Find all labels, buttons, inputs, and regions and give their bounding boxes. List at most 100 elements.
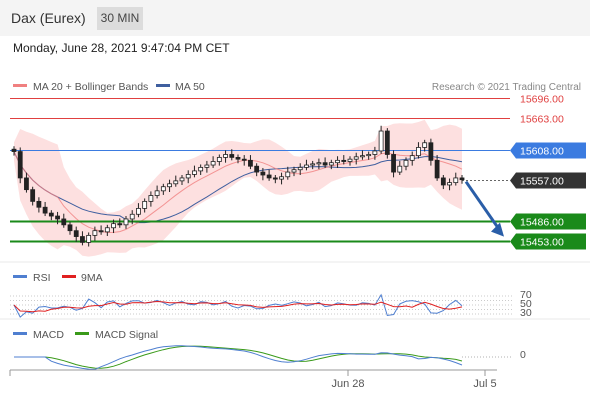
candle-body	[409, 155, 415, 161]
candle-body	[117, 223, 123, 226]
candle-body	[291, 169, 297, 173]
candle-body	[148, 195, 154, 202]
candle-body	[447, 182, 452, 186]
candle-body	[11, 148, 17, 152]
candle-body	[86, 234, 92, 243]
candle-body	[422, 142, 428, 148]
candle-body	[17, 151, 23, 179]
ma20-bollinger-legend-label: MA 20 + Bollinger Bands	[33, 81, 148, 93]
candle-body	[279, 176, 284, 180]
macd-signal-line	[14, 345, 463, 369]
candle-body	[328, 162, 334, 166]
candle-body	[322, 162, 328, 166]
candle-body	[260, 171, 266, 176]
candle-body	[310, 163, 316, 166]
level-label-pivot: 15608.00	[520, 146, 564, 158]
macd-legend-label: MACD	[33, 329, 64, 341]
candle-body	[353, 156, 359, 160]
level-label-support: 15486.00	[520, 217, 564, 229]
candle-body	[30, 189, 36, 202]
candle-body	[241, 158, 247, 161]
level-label-resistance: 15663.00	[520, 114, 564, 126]
candle-body	[397, 165, 403, 173]
candle-body	[440, 177, 446, 186]
candle-body	[304, 164, 309, 168]
ma50-legend-swatch	[156, 84, 170, 87]
candle-body	[428, 142, 434, 161]
candle-body	[235, 157, 241, 160]
rsi-legend-swatch	[13, 275, 27, 278]
forecast-arrow-shaft	[464, 180, 502, 232]
candle-body	[297, 166, 303, 171]
candle-body	[266, 174, 272, 179]
candle-body	[272, 177, 278, 180]
candle-body	[434, 159, 440, 179]
candle-body	[192, 170, 197, 175]
level-label-last: 15557.00	[520, 176, 564, 188]
bollinger-band	[14, 119, 462, 257]
rsi-panel: RSI 9MA 70 50 30	[10, 272, 532, 319]
candle-body	[173, 180, 179, 185]
main-legend: MA 20 + Bollinger Bands MA 50 Research ©…	[13, 81, 581, 93]
rsi-ma-legend-label: 9MA	[81, 272, 103, 284]
candle-body	[98, 230, 104, 233]
candle-body	[104, 227, 110, 233]
candle-body	[210, 161, 216, 166]
candle-body	[372, 150, 378, 155]
candle-body	[384, 130, 390, 155]
candle-body	[142, 200, 148, 209]
candle-body	[73, 230, 79, 237]
ma50-legend-label: MA 50	[175, 81, 205, 93]
candle-body	[391, 154, 396, 173]
rsi-ma-legend-swatch	[62, 275, 76, 278]
macd-panel: MACD MACD Signal 0	[13, 329, 526, 370]
candle-body	[360, 155, 365, 158]
rsi-lines	[10, 293, 512, 318]
macd-legend-swatch	[13, 332, 27, 335]
forecast-arrow	[464, 180, 504, 237]
x-axis: Jun 28 Jul 5	[9, 369, 497, 390]
candle-body	[459, 177, 465, 181]
candle-body	[198, 166, 204, 172]
candle-body	[80, 236, 85, 243]
candle-body	[223, 154, 228, 158]
candle-body	[67, 224, 73, 232]
bollinger-band-area	[14, 119, 462, 257]
level-label-support: 15453.00	[520, 237, 564, 249]
candle-body	[129, 213, 135, 220]
macd-signal-legend-label: MACD Signal	[95, 329, 158, 341]
ma20-bollinger-legend-swatch	[13, 84, 27, 87]
candle-body	[55, 215, 60, 220]
candle-body	[92, 230, 98, 236]
candle-body	[123, 218, 129, 226]
candle-body	[160, 186, 166, 192]
candle-body	[316, 162, 322, 165]
macd-zero-level: 0	[520, 349, 526, 361]
candle-body	[42, 206, 48, 214]
candle-body	[229, 154, 235, 158]
candle-body	[179, 177, 185, 182]
candle-body	[136, 208, 141, 215]
candle-body	[285, 171, 291, 178]
candle-body	[167, 183, 172, 188]
candle-body	[36, 200, 42, 208]
rsi-legend-label: RSI	[33, 272, 51, 284]
candle-body	[403, 159, 409, 167]
candle-body	[61, 218, 67, 226]
x-tick-label: Jun 28	[331, 378, 364, 390]
candle-body	[248, 159, 253, 167]
candle-body	[24, 177, 29, 191]
macd-signal-legend-swatch	[75, 332, 89, 335]
candle-body	[341, 159, 347, 162]
price-chart: MA 20 + Bollinger Bands MA 50 Research ©…	[0, 81, 590, 390]
rsi-ma-line	[13, 300, 463, 313]
copyright-text: Research © 2021 Trading Central	[432, 82, 581, 93]
candle-body	[254, 165, 260, 173]
candle-body	[453, 177, 459, 184]
candle-body	[185, 174, 191, 179]
level-label-resistance: 15696.00	[520, 94, 564, 106]
candle-body	[416, 147, 421, 157]
rsi-level-30: 30	[520, 307, 532, 319]
candle-body	[154, 190, 160, 196]
candle-body	[335, 159, 340, 164]
